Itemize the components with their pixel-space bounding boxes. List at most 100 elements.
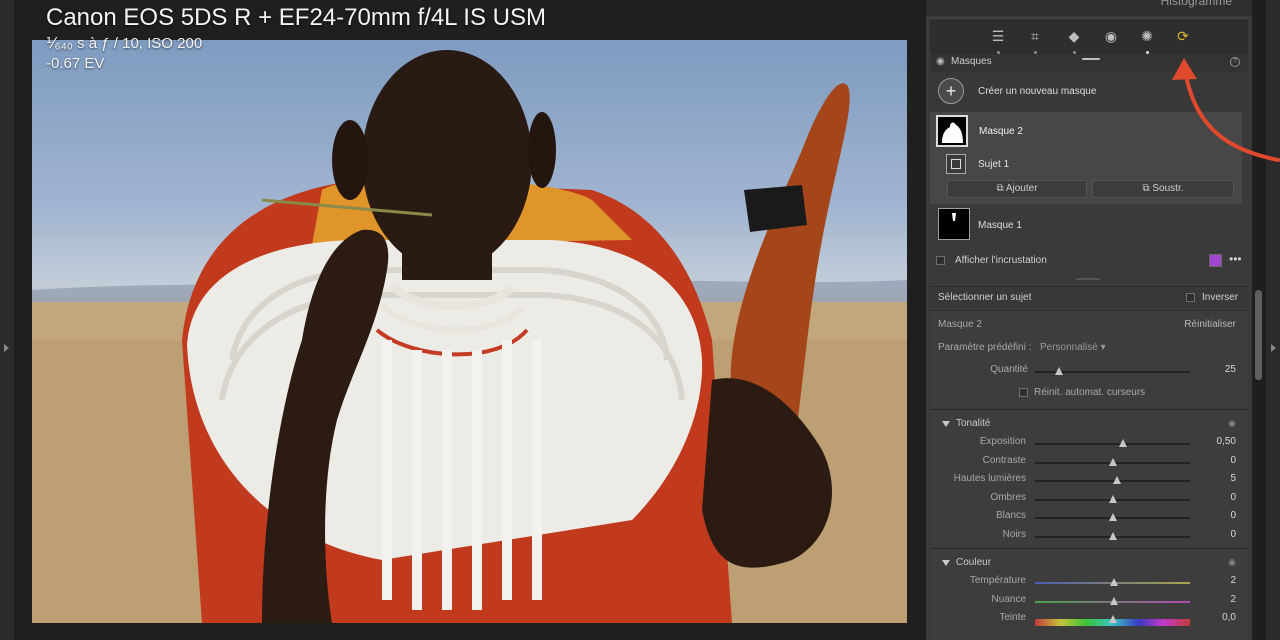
slider-thumb[interactable] xyxy=(1113,476,1122,485)
presets-icon[interactable]: ⟳ xyxy=(1174,27,1192,45)
tone-slider-value[interactable]: 5 xyxy=(1196,473,1236,484)
expand-left-icon xyxy=(4,344,9,352)
slider-thumb[interactable] xyxy=(1108,532,1117,540)
eraser-icon[interactable]: ◆ xyxy=(1065,27,1083,54)
auto-reset-checkbox[interactable] xyxy=(1019,388,1028,397)
collapse-icon[interactable] xyxy=(942,421,950,427)
eye-redeye-icon[interactable]: ◉ xyxy=(1102,27,1120,45)
image-canvas[interactable]: Canon EOS 5DS R + EF24-70mm f/4L IS USM … xyxy=(14,0,924,640)
subtract-button[interactable]: ⧉ Soustr. xyxy=(1092,180,1234,198)
collapse-icon[interactable] xyxy=(942,560,950,566)
mask-settings-title: Masque 2 xyxy=(938,319,982,330)
mask-1-row[interactable]: Masque 1 xyxy=(930,206,1248,244)
tone-title: Tonalité xyxy=(956,418,991,429)
tone-slider[interactable] xyxy=(1035,457,1190,466)
invert-label: Inverser xyxy=(1202,292,1239,303)
create-mask-row[interactable]: + Créer un nouveau masque xyxy=(930,72,1248,110)
sliders-icon[interactable]: ☰ xyxy=(989,27,1007,54)
subject-name: Sujet 1 xyxy=(978,159,1010,170)
exposure-value: -0.67 EV xyxy=(46,55,105,72)
color-section: Couleur ◉ Température 2 Nuance 2 Teinte 0,0 xyxy=(930,548,1248,640)
tone-section: Tonalité ◉ Exposition 0,50 Contraste 0 Haute… xyxy=(930,409,1248,547)
mask-2-thumbnail[interactable] xyxy=(936,115,968,147)
photo-preview[interactable] xyxy=(32,40,907,623)
color-slider-value[interactable]: 2 xyxy=(1196,575,1236,586)
overlay-checkbox[interactable] xyxy=(936,256,945,265)
right-panel-toggle[interactable] xyxy=(1266,0,1280,640)
color-slider[interactable] xyxy=(1035,615,1190,627)
overlay-label: Afficher l'incrustation xyxy=(955,255,1047,266)
histogram-header[interactable]: Histogramme xyxy=(926,0,1252,16)
tone-slider[interactable] xyxy=(1035,439,1190,447)
amount-value[interactable]: 25 xyxy=(1196,364,1236,375)
tone-slider[interactable] xyxy=(1035,532,1190,540)
histogram-label: Histogramme xyxy=(1160,0,1232,8)
mask-settings-section: Masque 2 Réinitialiser Paramètre prédéfi… xyxy=(930,310,1248,408)
color-slider[interactable] xyxy=(1035,578,1190,586)
left-panel-toggle[interactable] xyxy=(0,0,14,640)
select-subject-label[interactable]: Sélectionner un sujet xyxy=(938,292,1031,303)
mask-1-name: Masque 1 xyxy=(978,220,1022,231)
masking-icon[interactable]: ✺ xyxy=(1138,27,1156,54)
exposure-info: ⅟₆₄₀ s à ƒ / 10, ISO 200 xyxy=(46,35,203,52)
slider-thumb[interactable] xyxy=(1108,457,1117,466)
tone-slider-value[interactable]: 0 xyxy=(1196,492,1236,503)
tone-slider-value[interactable]: 0 xyxy=(1196,529,1236,540)
tone-slider-label: Exposition xyxy=(979,436,1026,447)
color-slider-value[interactable]: 0,0 xyxy=(1196,612,1236,623)
tone-slider-label: Contraste xyxy=(982,454,1026,466)
auto-reset-label: Réinit. automat. curseurs xyxy=(1034,387,1146,398)
eye-icon[interactable]: ◉ xyxy=(936,56,945,67)
preset-value: Personnalisé xyxy=(1040,342,1098,353)
photo-info-overlay: Canon EOS 5DS R + EF24-70mm f/4L IS USM … xyxy=(46,4,546,74)
color-title: Couleur xyxy=(956,557,992,568)
reset-button[interactable]: Réinitialiser xyxy=(1184,319,1236,330)
help-icon[interactable]: ? xyxy=(1230,57,1240,67)
tone-slider-value[interactable]: 0 xyxy=(1196,510,1236,521)
photo-illustration xyxy=(32,50,907,623)
tone-slider-label: Blancs xyxy=(995,510,1026,522)
masks-resize-handle[interactable] xyxy=(1076,278,1100,280)
tone-slider-label: Noirs xyxy=(1002,529,1026,540)
preset-label: Paramètre prédéfini : xyxy=(938,342,1032,353)
amount-label: Quantité xyxy=(990,364,1028,375)
more-options-icon[interactable]: ••• xyxy=(1229,252,1242,266)
masks-title: Masques xyxy=(951,56,992,67)
plus-icon[interactable]: + xyxy=(938,78,964,104)
select-subject-row: Sélectionner un sujet Inverser xyxy=(930,286,1248,308)
panel-scrollbar[interactable] xyxy=(1255,290,1262,380)
tone-slider-value[interactable]: 0,50 xyxy=(1196,436,1236,447)
color-slider-value[interactable]: 2 xyxy=(1196,594,1236,605)
expand-right-icon xyxy=(1271,344,1276,352)
preset-dropdown[interactable]: Personnalisé ▾ xyxy=(1040,342,1106,353)
add-button[interactable]: ⧉ Ajouter xyxy=(947,180,1087,198)
drag-handle[interactable] xyxy=(1082,58,1100,60)
tool-strip: ☰ ⌗ ◆ ◉ ✺ ⟳ xyxy=(930,18,1248,54)
overlay-color-swatch[interactable] xyxy=(1209,254,1222,267)
crop-icon[interactable]: ⌗ xyxy=(1026,27,1044,54)
eye-icon[interactable]: ◉ xyxy=(1228,557,1236,568)
slider-thumb[interactable] xyxy=(1108,494,1117,503)
invert-checkbox[interactable] xyxy=(1186,293,1195,302)
mask-2-group[interactable]: Masque 2 Sujet 1 ⧉ Ajouter ⧉ Soustr. xyxy=(930,112,1242,204)
slider-thumb[interactable] xyxy=(1110,596,1119,605)
slider-thumb[interactable] xyxy=(1108,615,1117,624)
slider-thumb[interactable] xyxy=(1119,439,1128,447)
tone-slider-value[interactable]: 0 xyxy=(1196,455,1236,466)
lightroom-window: Canon EOS 5DS R + EF24-70mm f/4L IS USM … xyxy=(0,0,1280,640)
subtract-label: Soustr. xyxy=(1152,183,1184,194)
masks-header: ◉ Masques ? xyxy=(930,54,1248,72)
tone-slider[interactable] xyxy=(1035,476,1190,485)
eye-icon[interactable]: ◉ xyxy=(1228,418,1236,429)
amount-slider[interactable] xyxy=(1035,367,1190,375)
slider-thumb[interactable] xyxy=(1110,578,1119,586)
slider-thumb[interactable] xyxy=(1108,513,1117,522)
tone-slider[interactable] xyxy=(1035,494,1190,503)
color-slider-label: Température xyxy=(969,575,1026,586)
mask-1-thumbnail[interactable] xyxy=(938,208,970,240)
add-label: Ajouter xyxy=(1005,183,1038,194)
subject-icon[interactable] xyxy=(946,154,966,174)
color-slider[interactable] xyxy=(1035,596,1190,605)
tone-slider[interactable] xyxy=(1035,513,1190,522)
camera-info: Canon EOS 5DS R + EF24-70mm f/4L IS USM xyxy=(46,4,546,31)
